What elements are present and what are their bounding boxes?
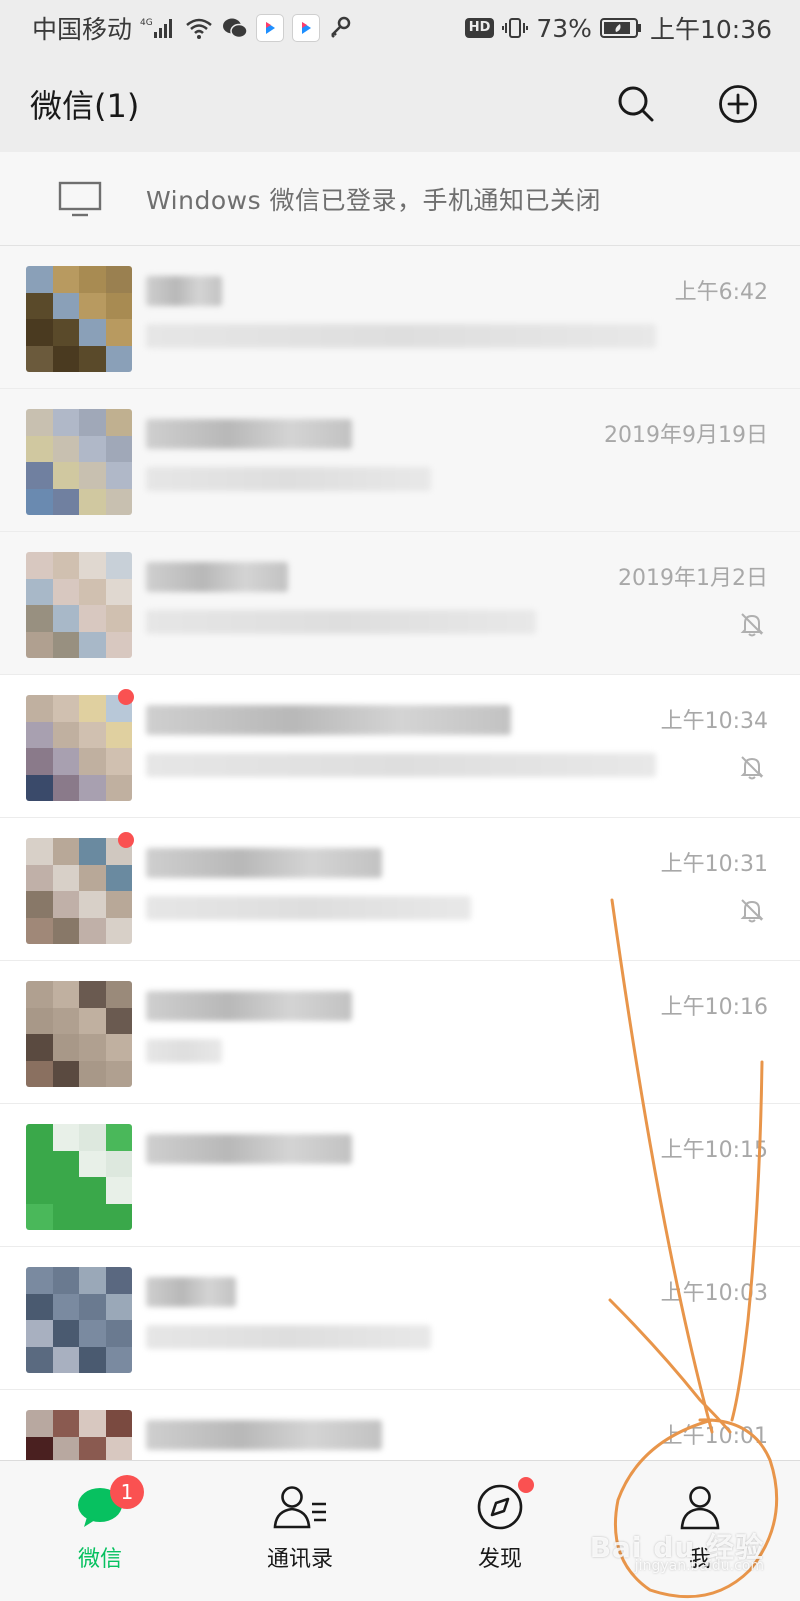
chat-name-redacted (146, 276, 222, 306)
chat-time: 上午10:15 (660, 1138, 768, 1163)
unread-dot (118, 832, 134, 848)
avatar (26, 981, 132, 1087)
chat-list-item[interactable]: 上午10:03 (0, 1247, 800, 1390)
avatar (26, 409, 132, 515)
chat-name-redacted (146, 991, 352, 1021)
tab-label: 通讯录 (266, 1547, 333, 1572)
chat-name-redacted (146, 1134, 352, 1164)
chat-time: 上午10:16 (660, 995, 768, 1020)
search-button[interactable] (614, 82, 658, 126)
chat-preview-redacted (146, 610, 536, 634)
battery-percent: 73% (536, 13, 592, 43)
windows-login-banner[interactable]: Windows 微信已登录，手机通知已关闭 (0, 152, 800, 246)
chat-name-redacted (146, 705, 511, 735)
chat-preview-redacted (146, 1039, 222, 1063)
chat-preview-redacted (146, 467, 431, 491)
chat-list-item[interactable]: 上午10:16 (0, 961, 800, 1104)
chat-name-redacted (146, 1277, 236, 1307)
chat-list-item[interactable]: 上午6:42 (0, 246, 800, 389)
chat-preview-redacted (146, 753, 656, 777)
unread-dot (118, 689, 134, 705)
wifi-icon (184, 16, 214, 40)
hd-badge: HD (464, 18, 495, 38)
avatar (26, 1267, 132, 1373)
wechat-notification-icon (222, 16, 248, 40)
status-left: 中国移动 4G (32, 10, 352, 46)
chat-list-item[interactable]: 2019年1月2日 (0, 532, 800, 675)
muted-bell-icon (738, 896, 766, 928)
chat-preview-redacted (146, 324, 656, 348)
add-circle-icon (719, 85, 757, 123)
monitor-icon (58, 179, 106, 219)
youku-icon (256, 14, 285, 42)
avatar (26, 552, 132, 658)
chat-list-item[interactable]: 上午10:15 (0, 1104, 800, 1247)
key-icon (328, 16, 352, 40)
status-right: HD 73% 上午10:36 (464, 10, 772, 46)
chat-time: 2019年1月2日 (618, 566, 768, 591)
new-moments-dot (518, 1477, 534, 1493)
page-title: 微信(1) (30, 87, 140, 125)
cellular-signal-icon: 4G (140, 16, 176, 40)
chat-name-redacted (146, 1420, 382, 1450)
chat-list-item[interactable]: 上午10:34 (0, 675, 800, 818)
tab-label: 微信 (77, 1547, 122, 1572)
chat-list: 上午6:42 2019年9月19日 2019年1月2日上午10:34 上午10:31 上… (0, 246, 800, 1533)
youku-icon (292, 14, 321, 42)
chat-time: 上午10:01 (660, 1424, 768, 1449)
person-icon (677, 1483, 723, 1531)
windows-login-text: Windows 微信已登录，手机通知已关闭 (146, 185, 602, 215)
muted-bell-icon (738, 753, 766, 785)
chat-preview-redacted (146, 896, 471, 920)
chat-list-item[interactable]: 2019年9月19日 (0, 389, 800, 532)
contacts-icon (272, 1483, 328, 1531)
chat-list-item[interactable]: 上午10:31 (0, 818, 800, 961)
status-bar: 中国移动 4G HD 73% 上午10:36 (0, 0, 800, 56)
header-actions (614, 82, 770, 126)
chat-time: 上午10:31 (660, 852, 768, 877)
avatar (26, 838, 132, 944)
network-type-label: 4G (140, 18, 153, 28)
avatar (26, 695, 132, 801)
search-icon (618, 86, 654, 122)
chat-preview-redacted (146, 1325, 431, 1349)
app-header: 微信(1) (0, 56, 800, 152)
compass-icon (475, 1483, 525, 1531)
chat-time: 上午10:34 (660, 709, 768, 734)
tab-discover[interactable]: 发现 (400, 1461, 600, 1601)
clock: 上午10:36 (649, 15, 772, 44)
chat-time: 2019年9月19日 (604, 423, 768, 448)
chat-name-redacted (146, 562, 288, 592)
watermark-url: jingyan.baidu.com (634, 1558, 764, 1574)
tab-label: 发现 (477, 1547, 522, 1572)
chat-name-redacted (146, 848, 382, 878)
tab-chats[interactable]: 1 微信 (0, 1461, 200, 1601)
unread-badge: 1 (110, 1475, 144, 1509)
chat-time: 上午10:03 (660, 1281, 768, 1306)
add-button[interactable] (716, 82, 760, 126)
avatar (26, 1124, 132, 1230)
battery-icon (599, 17, 642, 39)
tab-contacts[interactable]: 通讯录 (200, 1461, 400, 1601)
avatar (26, 266, 132, 372)
chat-name-redacted (146, 419, 352, 449)
chat-time: 上午6:42 (674, 280, 768, 305)
muted-bell-icon (738, 610, 766, 642)
vibrate-icon (502, 16, 529, 40)
carrier-label: 中国移动 (32, 15, 133, 44)
